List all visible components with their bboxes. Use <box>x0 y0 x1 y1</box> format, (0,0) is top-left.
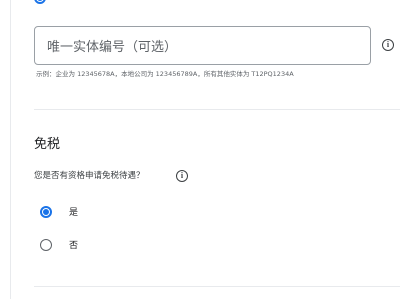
uen-input[interactable]: 唯一实体编号（可选） <box>34 26 371 65</box>
section-divider <box>34 286 400 287</box>
info-icon[interactable]: i <box>176 170 188 182</box>
radio-option-no[interactable]: 否 <box>40 238 78 251</box>
previous-radio-selected[interactable] <box>34 0 46 4</box>
radio-label-no: 否 <box>69 241 79 251</box>
left-divider <box>10 0 11 299</box>
section-divider <box>34 109 400 110</box>
radio-label-yes: 是 <box>69 208 79 218</box>
info-icon[interactable]: i <box>382 39 394 51</box>
radio-option-yes[interactable]: 是 <box>40 205 78 218</box>
uen-helper-text: 示例：企业为 12345678A，本地公司为 123456789A，所有其他实体… <box>36 70 294 78</box>
tax-exemption-question: 您是否有资格申请免税待遇？ <box>34 171 145 181</box>
uen-input-placeholder: 唯一实体编号（可选） <box>47 40 178 55</box>
section-title-tax-exemption: 免税 <box>34 137 61 152</box>
radio-checked-icon[interactable] <box>40 205 52 218</box>
radio-unchecked-icon[interactable] <box>40 238 52 251</box>
